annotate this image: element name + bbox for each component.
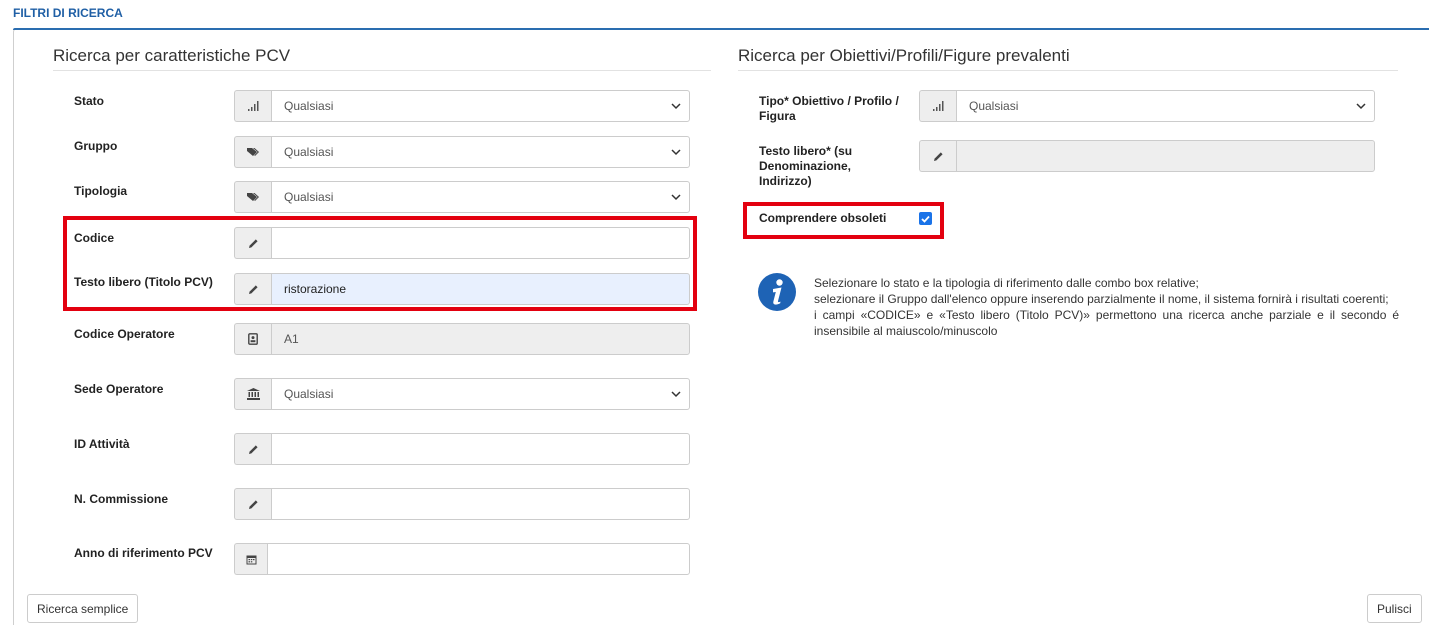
- tags-icon: [234, 181, 271, 213]
- anno-riferimento-input[interactable]: [267, 543, 690, 575]
- tipologia-select[interactable]: Qualsiasi: [234, 181, 690, 213]
- info-line-2: selezionare il Gruppo dall'elenco oppure…: [814, 292, 1389, 306]
- pulisci-button[interactable]: Pulisci: [1367, 594, 1422, 623]
- codice-operatore-value-text: A1: [284, 332, 299, 346]
- stato-selected-text: Qualsiasi: [284, 99, 334, 113]
- codice-operatore-input-group: A1: [234, 323, 690, 355]
- sede-operatore-selected-text: Qualsiasi: [284, 387, 334, 401]
- sede-operatore-value[interactable]: Qualsiasi: [271, 378, 690, 410]
- left-section-title: Ricerca per caratteristiche PCV: [53, 46, 291, 65]
- right-section-title: Ricerca per Obiettivi/Profili/Figure pre…: [738, 46, 1070, 65]
- id-badge-icon: [234, 323, 271, 355]
- pencil-icon: [919, 140, 956, 172]
- stato-label: Stato: [74, 94, 104, 108]
- left-section-divider: [53, 70, 711, 71]
- chevron-down-icon: [671, 103, 681, 110]
- chevron-down-icon: [671, 149, 681, 156]
- n-commissione-input[interactable]: [271, 488, 690, 520]
- tipologia-selected-text: Qualsiasi: [284, 190, 334, 204]
- obsoleti-highlight-box: [743, 202, 944, 239]
- pencil-icon: [234, 433, 271, 465]
- testo-libero-denominazione-label: Testo libero* (su Denominazione, Indiriz…: [759, 144, 853, 188]
- anno-riferimento-label: Anno di riferimento PCV: [74, 546, 213, 560]
- n-commissione-label: N. Commissione: [74, 492, 169, 506]
- tipo-obiettivo-value[interactable]: Qualsiasi: [956, 90, 1375, 122]
- testo-libero-denominazione-input-group: [919, 140, 1375, 172]
- tipologia-value[interactable]: Qualsiasi: [271, 181, 690, 213]
- tags-icon: [234, 136, 271, 168]
- stato-select[interactable]: Qualsiasi: [234, 90, 690, 122]
- institution-icon: [234, 378, 271, 410]
- tipo-obiettivo-selected-text: Qualsiasi: [969, 99, 1019, 113]
- stato-value[interactable]: Qualsiasi: [271, 90, 690, 122]
- id-attivita-input[interactable]: [271, 433, 690, 465]
- chevron-down-icon: [1356, 103, 1366, 110]
- info-line-3: i campi «CODICE» e «Testo libero (Titolo…: [814, 308, 1399, 338]
- sede-operatore-label: Sede Operatore: [74, 382, 164, 396]
- gruppo-selected-text: Qualsiasi: [284, 145, 334, 159]
- chevron-down-icon: [671, 194, 681, 201]
- ricerca-semplice-button[interactable]: Ricerca semplice: [27, 594, 139, 623]
- calendar-icon[interactable]: [234, 543, 267, 575]
- codice-operatore-label: Codice Operatore: [74, 327, 175, 341]
- n-commissione-input-group: [234, 488, 690, 520]
- testo-libero-denominazione-input: [956, 140, 1375, 172]
- codice-testo-highlight-box: [63, 216, 697, 311]
- gruppo-value[interactable]: Qualsiasi: [271, 136, 690, 168]
- tipologia-label: Tipologia: [74, 184, 128, 198]
- page-title: FILTRI DI RICERCA: [13, 6, 123, 20]
- id-attivita-label: ID Attività: [74, 437, 130, 451]
- tipo-obiettivo-label: Tipo* Obiettivo / Profilo / Figura: [759, 94, 899, 123]
- anno-riferimento-input-group: [234, 543, 690, 575]
- tipo-obiettivo-select[interactable]: Qualsiasi: [919, 90, 1375, 122]
- id-attivita-input-group: [234, 433, 690, 465]
- panel-accent-bar: [13, 28, 1429, 30]
- gruppo-label: Gruppo: [74, 139, 118, 153]
- info-line-1: Selezionare lo stato e la tipologia di r…: [814, 276, 1199, 290]
- right-section-divider: [738, 70, 1398, 71]
- info-icon: [757, 272, 797, 312]
- signal-bars-icon: [234, 90, 271, 122]
- signal-bars-icon: [919, 90, 956, 122]
- info-message: Selezionare lo stato e la tipologia di r…: [814, 275, 1399, 339]
- pencil-icon: [234, 488, 271, 520]
- gruppo-select[interactable]: Qualsiasi: [234, 136, 690, 168]
- codice-operatore-input: A1: [271, 323, 690, 355]
- chevron-down-icon: [671, 391, 681, 398]
- sede-operatore-select[interactable]: Qualsiasi: [234, 378, 690, 410]
